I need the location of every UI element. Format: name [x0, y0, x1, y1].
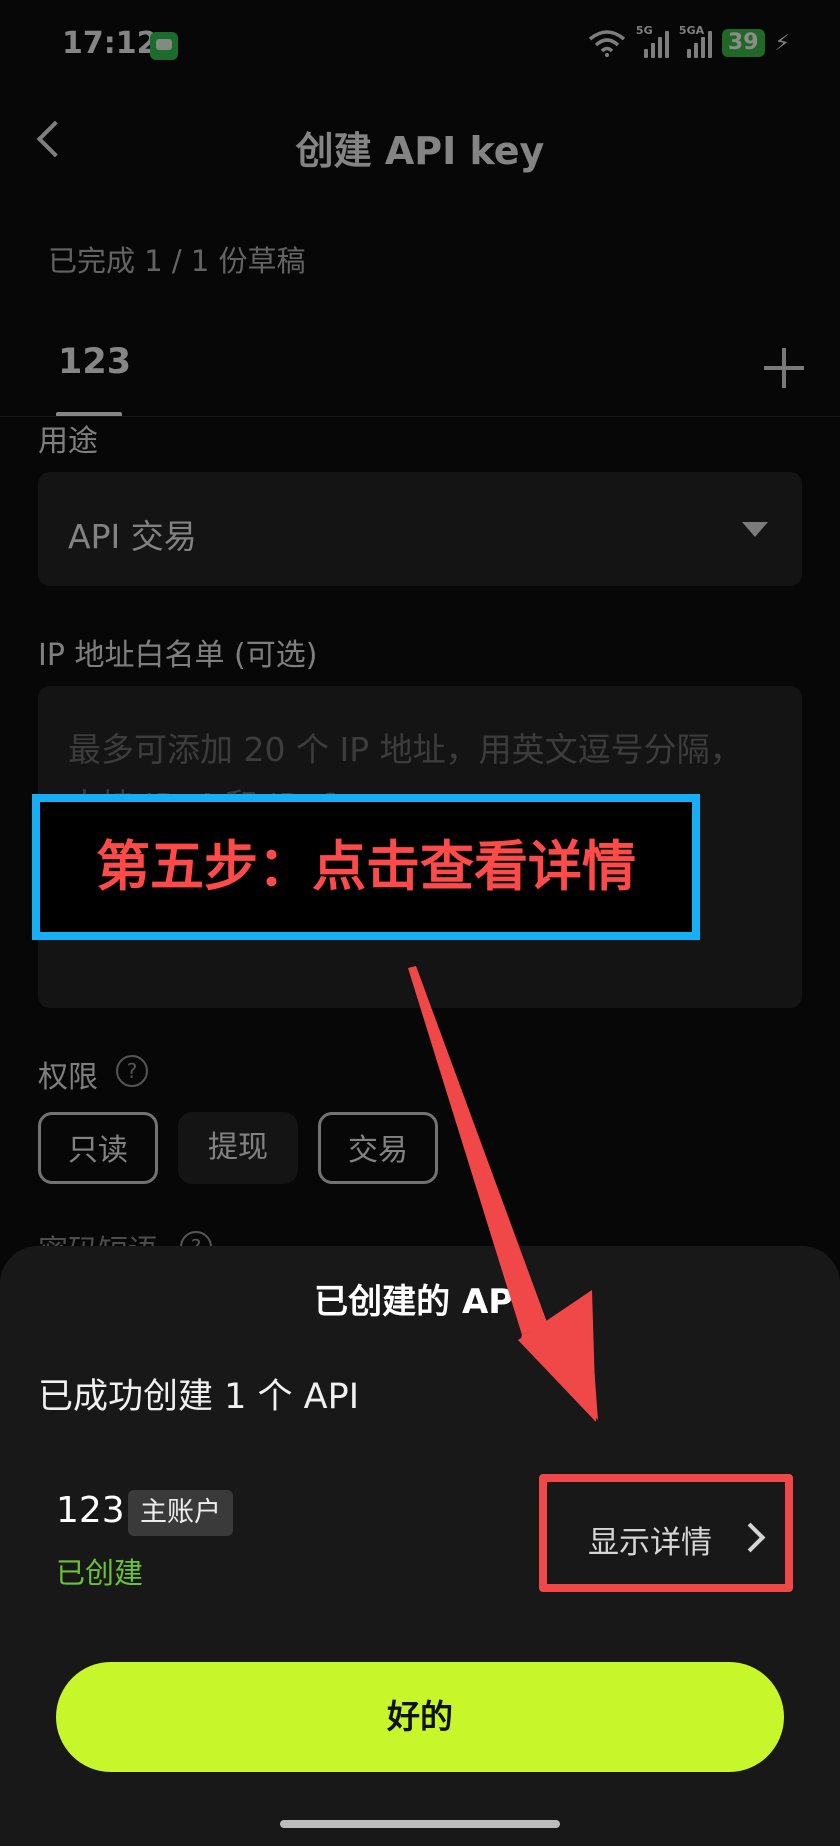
tutorial-annotation-text: 第五步：点击查看详情 — [96, 835, 636, 898]
account-tag: 主账户 — [128, 1490, 233, 1536]
sheet-description: 已成功创建 1 个 API — [38, 1377, 360, 1417]
api-status: 已创建 — [56, 1556, 144, 1590]
tutorial-highlight-box — [539, 1474, 793, 1592]
ok-button[interactable]: 好的 — [56, 1662, 784, 1772]
api-name: 123 — [56, 1490, 125, 1531]
sheet-title: 已创建的 API — [314, 1282, 526, 1322]
home-indicator[interactable] — [280, 1820, 560, 1828]
